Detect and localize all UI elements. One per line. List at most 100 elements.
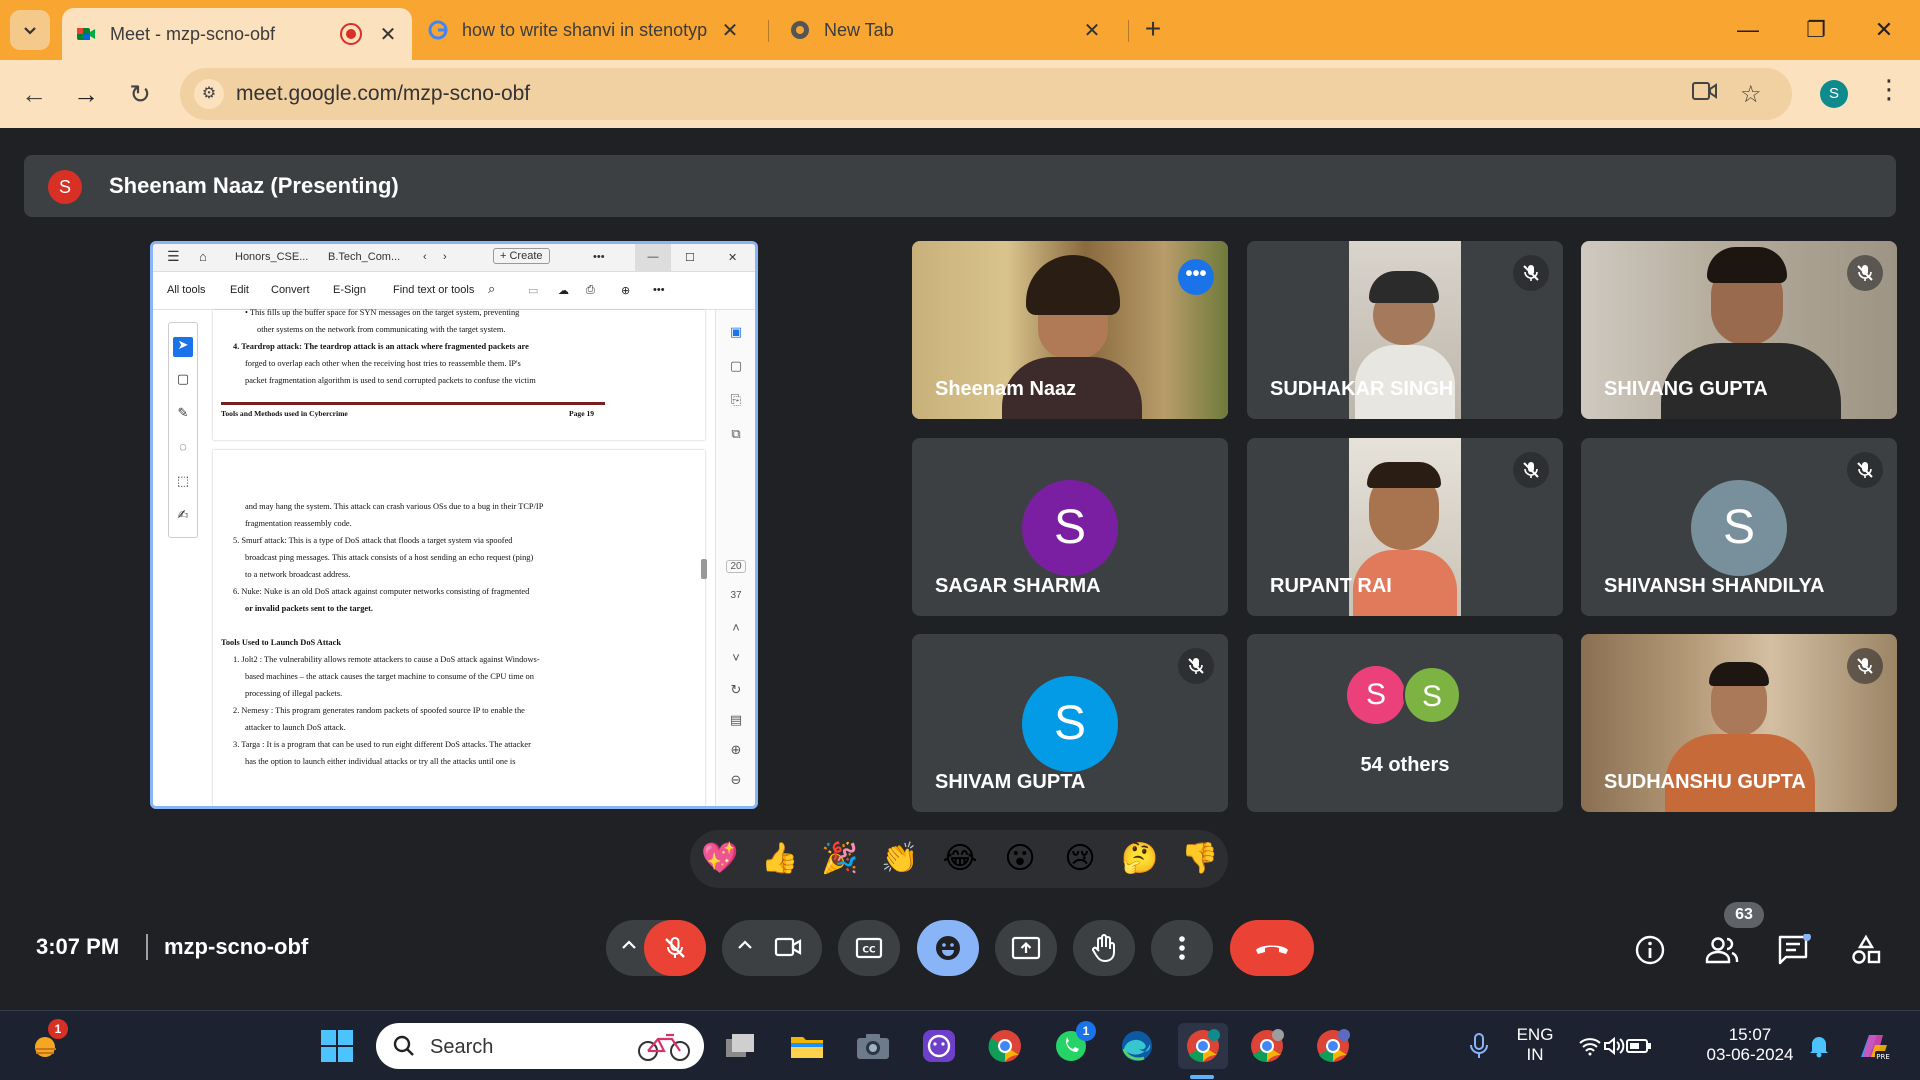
pdf-line: 5. Smurf attack: This is a type of DoS a… — [233, 536, 513, 545]
task-view-icon — [726, 1034, 754, 1057]
sad-reaction-button[interactable]: 😢 — [1060, 839, 1100, 879]
pdf-line: packet fragmentation algorithm is used t… — [245, 376, 536, 385]
camera-toggle-button[interactable] — [774, 934, 802, 965]
copilot-button[interactable]: PRE — [1850, 1023, 1896, 1069]
chrome-profile-button[interactable] — [1310, 1023, 1356, 1069]
copy-icon: ⧉ — [731, 426, 741, 441]
present-screen-button[interactable] — [995, 920, 1057, 976]
site-info-icon[interactable]: ⚙ — [194, 79, 224, 109]
chrome-button[interactable] — [982, 1023, 1028, 1069]
tab-meet[interactable]: Meet - mzp-scno-obf ✕ — [62, 8, 412, 60]
participant-tile[interactable]: RUPANT RAI — [1247, 438, 1563, 616]
close-window-button[interactable]: ✕ — [1854, 10, 1914, 50]
participant-tile[interactable]: ••• Sheenam Naaz — [912, 241, 1228, 419]
video-options-button[interactable] — [734, 934, 756, 961]
hand-icon — [1092, 934, 1115, 962]
participant-tile[interactable]: S SHIVANSH SHANDILYA — [1581, 438, 1897, 616]
tab-search[interactable]: how to write shanvi in stenotyp ✕ — [414, 8, 754, 52]
notification-badge: 1 — [1076, 1021, 1096, 1041]
close-tab-icon[interactable]: ✕ — [1082, 18, 1102, 43]
participant-tile[interactable]: SUDHAKAR SINGH — [1247, 241, 1563, 419]
microphone-tray-icon[interactable] — [1456, 1023, 1502, 1069]
tab-new-tab[interactable]: New Tab ✕ — [776, 8, 1116, 52]
github-button[interactable] — [916, 1023, 962, 1069]
back-button[interactable]: ← — [16, 76, 52, 112]
microphone-toggle-button[interactable] — [644, 920, 706, 976]
chrome-profile-button[interactable] — [1178, 1023, 1228, 1069]
laugh-reaction-button[interactable]: 😂 — [940, 839, 980, 879]
audio-options-button[interactable] — [618, 934, 640, 961]
participant-tile[interactable]: SUDHANSHU GUPTA — [1581, 634, 1897, 812]
pdf-line: attacker to launch DoS attack. — [245, 723, 346, 732]
profile-avatar[interactable]: S — [1820, 80, 1848, 108]
others-tile[interactable]: S S 54 others — [1247, 634, 1563, 812]
bicycle-icon — [638, 1033, 690, 1061]
pdf-line: • This fills up the buffer space for SYN… — [245, 308, 520, 317]
tab-title: Meet - mzp-scno-obf — [110, 23, 276, 44]
heart-reaction-button[interactable]: 💖 — [700, 839, 740, 879]
close-tab-icon[interactable]: ✕ — [720, 18, 740, 43]
system-tray-status[interactable] — [1570, 1023, 1660, 1069]
people-button[interactable] — [1702, 930, 1742, 970]
reactions-button[interactable] — [917, 920, 979, 976]
more-icon: ••• — [593, 251, 605, 263]
hair-shape — [1709, 662, 1769, 686]
language-indicator[interactable]: ENG IN — [1508, 1025, 1562, 1065]
participant-tile[interactable]: S SHIVAM GUPTA — [912, 634, 1228, 812]
participant-tile[interactable]: SHIVANG GUPTA — [1581, 241, 1897, 419]
task-view-button[interactable] — [718, 1023, 764, 1069]
tab-search-button[interactable] — [10, 10, 50, 50]
edge-icon — [1122, 1031, 1152, 1061]
minimize-icon: — — [635, 244, 671, 272]
activities-button[interactable] — [1846, 930, 1886, 970]
new-tab-button[interactable]: + — [1135, 12, 1171, 48]
folder-icon — [791, 1037, 823, 1058]
raise-hand-button[interactable] — [1073, 920, 1135, 976]
close-tab-icon[interactable]: ✕ — [378, 22, 398, 47]
bookmark-star-icon[interactable]: ☆ — [1740, 80, 1762, 109]
leave-call-button[interactable] — [1230, 920, 1314, 976]
meeting-details-button[interactable] — [1630, 930, 1670, 970]
captions-button[interactable]: CC — [838, 920, 900, 976]
more-options-button[interactable]: ••• — [1178, 259, 1214, 295]
chrome-profile-button[interactable] — [1244, 1023, 1290, 1069]
camera-app-button[interactable] — [850, 1023, 896, 1069]
pdf-line: processing of illegal packets. — [245, 689, 343, 698]
thumbs-up-reaction-button[interactable]: 👍 — [760, 839, 800, 879]
thinking-reaction-button[interactable]: 🤔 — [1120, 839, 1160, 879]
chat-icon — [1778, 934, 1811, 965]
taskbar-search-box[interactable]: Search — [376, 1023, 704, 1069]
notification-center-button[interactable] — [1796, 1023, 1842, 1069]
restore-button[interactable]: ❐ — [1786, 10, 1846, 50]
start-button[interactable] — [314, 1023, 360, 1069]
party-reaction-button[interactable]: 🎉 — [820, 839, 860, 879]
reload-button[interactable]: ↻ — [122, 76, 158, 112]
pdf-line: forged to overlap each other when the re… — [245, 359, 521, 368]
activities-icon — [1852, 934, 1881, 964]
participant-tile[interactable]: S SAGAR SHARMA — [912, 438, 1228, 616]
shared-screen[interactable]: ☰ ⌂ Honors_CSE... B.Tech_Com... ‹ › + Cr… — [150, 241, 758, 809]
forward-button[interactable]: → — [68, 76, 104, 112]
edge-button[interactable] — [1114, 1023, 1160, 1069]
minimize-button[interactable]: — — [1718, 10, 1778, 50]
pdf-line: 3. Targa : It is a program that can be u… — [233, 740, 531, 749]
search-icon: ⌕ — [488, 281, 496, 296]
more-options-button[interactable] — [1151, 920, 1213, 976]
camera-in-use-icon[interactable] — [1692, 80, 1718, 109]
pdf-footer-left: Tools and Methods used in Cybercrime — [221, 409, 348, 418]
participant-count-badge: 63 — [1724, 902, 1764, 928]
share-icon: ⊕ — [621, 285, 631, 297]
file-explorer-button[interactable] — [784, 1023, 830, 1069]
address-bar[interactable]: ⚙ meet.google.com/mzp-scno-obf ☆ — [180, 68, 1792, 120]
surprised-reaction-button[interactable]: 😮 — [1000, 839, 1040, 879]
chat-button[interactable] — [1774, 930, 1814, 970]
browser-menu-icon[interactable]: ⋮ — [1876, 74, 1902, 105]
avatar: S — [1347, 666, 1405, 724]
hang-up-icon — [1256, 945, 1288, 954]
divider — [146, 934, 148, 960]
clap-reaction-button[interactable]: 👏 — [880, 839, 920, 879]
pdf-line: 1. Jolt2 : The vulnerability allows remo… — [233, 655, 540, 664]
thumbs-down-reaction-button[interactable]: 👎 — [1180, 839, 1220, 879]
active-app-indicator — [1190, 1075, 1214, 1079]
clock[interactable]: 15:07 03-06-2024 — [1690, 1025, 1810, 1065]
